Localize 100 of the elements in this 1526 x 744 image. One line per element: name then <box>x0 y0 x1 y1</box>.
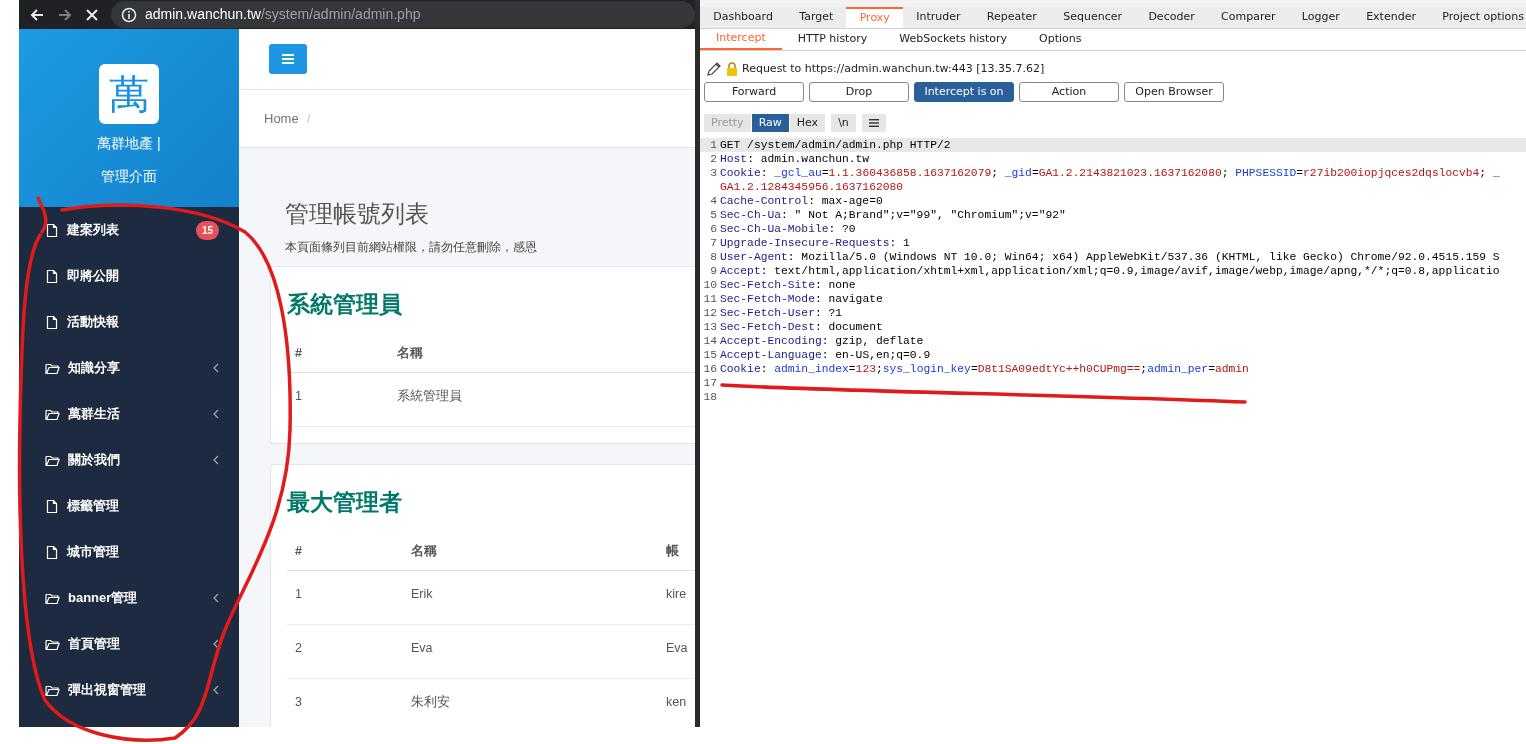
action-button[interactable]: Action <box>1019 82 1119 102</box>
line-number: 6 <box>709 222 718 236</box>
chevron-icon <box>213 455 219 465</box>
line-number: 9 <box>709 264 718 278</box>
tab[interactable]: Target <box>786 7 847 28</box>
code-line: Host: admin.wanchun.tw <box>720 152 870 166</box>
card-title: 系統管理員 <box>287 290 403 319</box>
column-header: 名稱 <box>403 541 658 571</box>
page-icon <box>45 268 59 284</box>
sidebar-item[interactable]: 建案列表 15 <box>19 207 239 253</box>
code-line: Sec-Fetch-Mode: navigate <box>720 292 883 306</box>
tab[interactable]: Logger <box>1288 7 1353 28</box>
table-cell: 朱利安 <box>403 678 658 727</box>
code-line: User-Agent: Mozilla/5.0 (Windows NT 10.0; Win64; x64) AppleWebKit/537.36 (KHTML, like Gecko) Chrome/92.0.4515.159 S <box>720 250 1500 264</box>
lock-icon <box>726 62 738 76</box>
brand-name: 萬群地產 | <box>97 134 161 153</box>
table-cell: 3 <box>287 678 403 727</box>
chevron-icon <box>213 363 219 373</box>
line-number: 11 <box>702 292 718 306</box>
code-line: GET /system/admin/admin.php HTTP/2 <box>720 138 951 152</box>
code-line: Sec-Fetch-User: ?1 <box>720 306 843 320</box>
action-button[interactable]: Forward <box>704 82 804 102</box>
subtab[interactable]: Options <box>1023 29 1098 50</box>
view-tab[interactable]: Raw <box>751 114 789 132</box>
address-bar[interactable]: admin.wanchun.tw/system/admin/admin.php <box>111 1 695 28</box>
code-line: Sec-Fetch-Dest: document <box>720 320 883 334</box>
request-info: Request to https://admin.wanchun.tw:443 [13.35.7.62] <box>742 60 1045 77</box>
subtab[interactable]: HTTP history <box>781 29 884 50</box>
code-line: Cache-Control: max-age=0 <box>720 194 883 208</box>
sidebar-item[interactable]: 標籤管理 <box>19 483 239 529</box>
tab[interactable]: Intruder <box>903 7 974 28</box>
url-text: admin.wanchun.tw/system/admin/admin.php <box>145 5 421 24</box>
line-number: 1 <box>709 138 718 152</box>
line-number: 18 <box>702 390 718 404</box>
code-line: Cookie: _gcl_au=1.1.360436858.1637162079; _gid=GA1.2.2143821023.1637162080; PHPSESSID=r27ib200iopjqces2dqslocvb4; _ <box>720 166 1500 180</box>
line-number: 15 <box>702 348 718 362</box>
code-line: Upgrade-Insecure-Requests: 1 <box>720 236 910 250</box>
code-line: GA1.2.1284345956.1637162080 <box>720 180 904 194</box>
breadcrumb-separator: / <box>306 109 311 128</box>
line-number: 5 <box>709 208 718 222</box>
brand-subtitle: 管理介面 <box>101 167 157 186</box>
line-number: 7 <box>709 236 718 250</box>
action-button[interactable]: Intercept is on <box>914 82 1014 102</box>
page-icon <box>45 544 59 560</box>
view-tab[interactable]: \n <box>831 114 856 132</box>
chevron-icon <box>213 685 219 695</box>
page-subtitle: 本頁面條列目前網站權限，請勿任意刪除，感恩 <box>285 239 538 256</box>
code-line: Accept-Encoding: gzip, deflate <box>720 334 924 348</box>
tab[interactable]: Decoder <box>1135 7 1208 28</box>
count-badge: 15 <box>195 220 219 240</box>
tab[interactable]: Repeater <box>973 7 1051 28</box>
line-number: 16 <box>702 362 718 376</box>
line-number: 8 <box>709 250 718 264</box>
close-icon[interactable] <box>85 7 99 22</box>
chevron-icon <box>213 639 219 649</box>
sidebar-item[interactable]: banner管理 <box>19 575 239 621</box>
tab[interactable]: Dashboard <box>700 7 787 28</box>
table-cell: 1 <box>287 372 389 427</box>
page-icon <box>45 222 59 238</box>
tab[interactable]: Sequencer <box>1050 7 1136 28</box>
page-icon <box>45 498 59 514</box>
back-icon[interactable] <box>29 6 45 23</box>
line-number: 3 <box>709 166 718 180</box>
code-line: Sec-Ch-Ua-Mobile: ?0 <box>720 222 856 236</box>
table-cell: 1 <box>287 570 403 625</box>
subtab[interactable]: WebSockets history <box>883 29 1024 50</box>
card-title: 最大管理者 <box>287 488 403 517</box>
sidebar-item[interactable]: 彈出視窗管理 <box>19 667 239 713</box>
action-button[interactable]: Open Browser <box>1124 82 1224 102</box>
line-number: 4 <box>709 194 718 208</box>
sidebar-item[interactable]: 關於我們 <box>19 437 239 483</box>
pencil-icon[interactable] <box>706 61 722 77</box>
sidebar-item[interactable]: 首頁管理 <box>19 621 239 667</box>
tab[interactable]: Extender <box>1352 7 1430 28</box>
column-header: 名稱 <box>389 343 695 373</box>
page-icon <box>45 314 59 330</box>
tab[interactable]: Comparer <box>1207 7 1289 28</box>
line-number: 13 <box>702 320 718 334</box>
line-number: 2 <box>709 152 718 166</box>
column-header: # <box>287 541 403 571</box>
menu-button[interactable] <box>861 114 886 132</box>
code-line: Sec-Ch-Ua: " Not A;Brand";v="99", "Chromium";v="92" <box>720 208 1066 222</box>
line-number: 10 <box>702 278 718 292</box>
page-title: 管理帳號列表 <box>285 199 430 229</box>
hand-drawn-stroke <box>36 196 48 234</box>
menu-icon <box>868 119 879 127</box>
line-number: 17 <box>702 376 718 390</box>
view-tab[interactable]: Hex <box>789 114 826 132</box>
sidebar-item[interactable]: 活動快報 <box>19 299 239 345</box>
sidebar-item[interactable]: 萬群生活 <box>19 391 239 437</box>
sidebar-item[interactable]: 即將公開 <box>19 253 239 299</box>
breadcrumb-link[interactable]: Home <box>264 108 299 129</box>
sidebar-item[interactable]: 城市管理 <box>19 529 239 575</box>
tab[interactable]: Project options <box>1429 7 1526 28</box>
action-button[interactable]: Drop <box>809 82 909 102</box>
code-line: Sec-Fetch-Site: none <box>720 278 856 292</box>
sidebar-item[interactable]: 知識分享 <box>19 345 239 391</box>
code-line: Accept: text/html,application/xhtml+xml,application/xml;q=0.9,image/avif,image/webp,image/apng,*/*;q=0.8,applicatio <box>720 264 1500 278</box>
line-number: 12 <box>702 306 718 320</box>
line-number: 14 <box>702 334 718 348</box>
